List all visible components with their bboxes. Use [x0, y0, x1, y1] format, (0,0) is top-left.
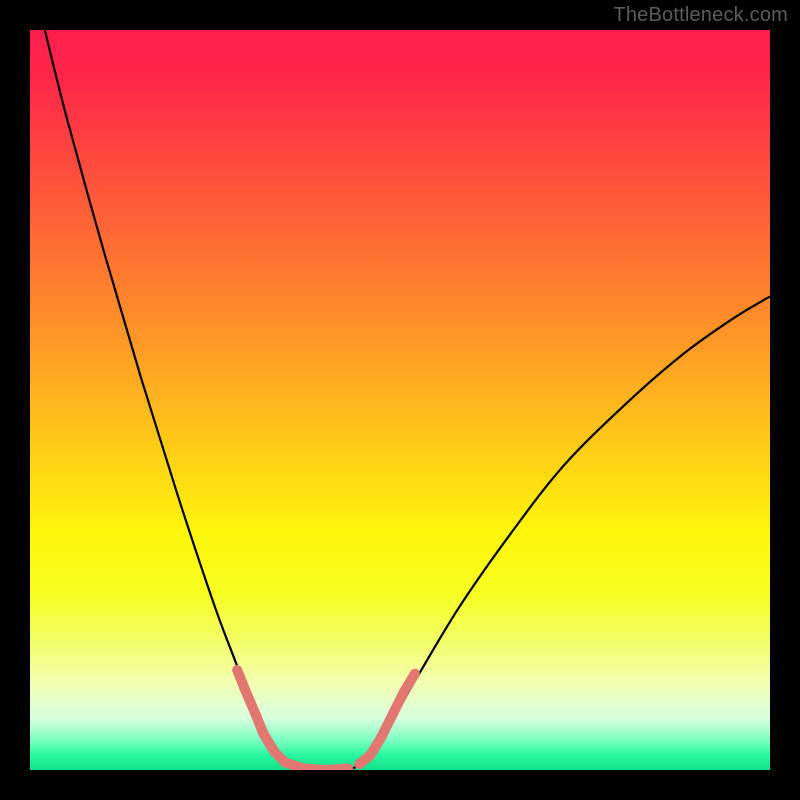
- bead-dot: [399, 687, 409, 697]
- curve-left-arm: [45, 30, 282, 763]
- bead-dot: [377, 732, 387, 742]
- watermark-text: TheBottleneck.com: [613, 4, 788, 27]
- bead-dot: [232, 665, 242, 675]
- bead-dot: [354, 759, 364, 769]
- bead-dot: [251, 710, 261, 720]
- bead-dot: [388, 710, 398, 720]
- bead-dot: [269, 747, 279, 757]
- bead-dot: [365, 750, 375, 760]
- bead-dot: [280, 758, 290, 768]
- bead-dot: [258, 728, 268, 738]
- bead-markers-left: [232, 665, 353, 770]
- bead-dot: [240, 684, 250, 694]
- bead-markers-right: [354, 669, 420, 769]
- curve-right-arm: [363, 296, 770, 762]
- curve-overlay: [30, 30, 770, 770]
- bottleneck-curve: [45, 30, 770, 770]
- bead-dot: [410, 669, 420, 679]
- chart-frame: TheBottleneck.com: [0, 0, 800, 800]
- plot-area: [30, 30, 770, 770]
